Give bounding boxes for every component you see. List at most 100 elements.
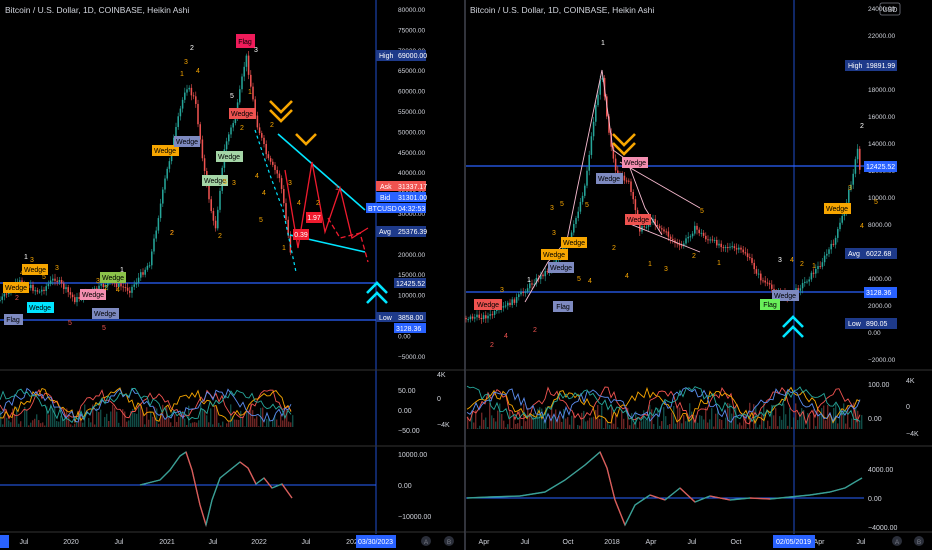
volume-bar <box>124 411 126 427</box>
candle <box>124 287 127 289</box>
volume-bar <box>48 414 50 427</box>
candle <box>694 225 696 234</box>
candle <box>625 180 628 182</box>
volume-bar <box>519 410 521 429</box>
volume-bar <box>38 420 40 427</box>
volume-bar <box>290 422 292 427</box>
volume-bar <box>226 423 228 427</box>
svg-text:69000.00: 69000.00 <box>398 53 427 60</box>
wave-number: 5 <box>42 274 46 281</box>
time-tick-label: 2022 <box>251 539 267 546</box>
volume-bar <box>26 409 28 427</box>
svg-text:Avg: Avg <box>379 229 391 236</box>
svg-text:Wedge: Wedge <box>5 285 27 292</box>
candle <box>812 272 815 274</box>
volume-bar <box>801 408 803 429</box>
volume-bar <box>617 427 619 429</box>
svg-text:Flag: Flag <box>6 317 20 324</box>
candle <box>764 280 766 283</box>
candle <box>157 218 160 231</box>
candle <box>742 249 744 253</box>
candle <box>465 318 467 320</box>
volume-bar <box>146 407 148 427</box>
volume-bar <box>777 426 779 429</box>
price-tick-label: 16000.00 <box>868 114 895 121</box>
volume-bar <box>805 427 807 429</box>
volume-bar <box>220 425 222 427</box>
time-tick-label: Jul <box>688 539 697 546</box>
left-wedge-tag-3: Wedge <box>27 302 54 313</box>
candle <box>592 121 595 137</box>
candle <box>184 92 186 100</box>
right-a-button[interactable]: A <box>892 536 902 546</box>
candle <box>258 127 261 134</box>
candle <box>274 164 276 170</box>
candle <box>518 294 520 298</box>
left-b-button[interactable]: B <box>444 536 454 546</box>
time-tick-label: Jul <box>857 539 866 546</box>
volume-bar <box>503 420 505 429</box>
wave-number: 2 <box>190 45 194 52</box>
left-high-label: High 69000.00 <box>376 50 427 61</box>
volume-bar <box>134 413 136 427</box>
wave-number: 1 <box>812 263 816 270</box>
right-osc1-right-tick-2: −4K <box>906 431 919 438</box>
volume-bar <box>665 416 667 429</box>
candle <box>828 249 830 254</box>
volume-bar <box>849 427 851 429</box>
candle <box>667 231 670 237</box>
left-osc2-tick-1: 0.00 <box>398 483 412 490</box>
volume-bar <box>234 419 236 427</box>
volume-bar <box>505 427 507 429</box>
volume-bar <box>487 426 489 429</box>
volume-bar <box>761 414 763 429</box>
volume-bar <box>603 428 605 429</box>
left-a-button[interactable]: A <box>421 536 431 546</box>
candle <box>645 226 648 228</box>
candle <box>278 173 281 179</box>
volume-bar <box>238 419 240 427</box>
candle <box>36 290 39 292</box>
right-wedge-tag-9: Wedge <box>824 203 851 214</box>
volume-bar <box>36 414 38 427</box>
volume-bar <box>577 424 579 429</box>
volume-bar <box>795 403 797 429</box>
candle <box>713 239 716 241</box>
wave-number: 3 <box>30 257 34 264</box>
candle <box>522 291 524 293</box>
candle <box>263 137 265 145</box>
candle <box>280 178 283 189</box>
left-time-cursor-label: 03/30/2023 <box>356 535 396 548</box>
candle <box>696 225 698 230</box>
candle <box>614 158 617 171</box>
candle <box>771 284 773 289</box>
candle <box>584 185 586 196</box>
candle <box>575 218 577 225</box>
candle <box>474 317 476 319</box>
volume-bar <box>236 419 238 427</box>
svg-text:Flag: Flag <box>763 302 777 309</box>
candle <box>597 94 599 106</box>
candle <box>502 306 505 308</box>
candle <box>188 87 190 90</box>
price-tick-label: −5000.00 <box>398 354 426 361</box>
svg-text:3128.36: 3128.36 <box>866 290 891 297</box>
left-osc1-right-tick-1: 0 <box>437 396 441 403</box>
candle <box>854 159 857 174</box>
right-time-cursor-label: 02/05/2019 <box>773 535 815 548</box>
volume-bar <box>170 422 172 427</box>
right-b-button[interactable]: B <box>914 536 924 546</box>
volume-bar <box>98 412 100 427</box>
candle <box>241 76 243 90</box>
left-line-label: 12425.52 <box>394 278 426 288</box>
left-wedge-tag-4: Wedge <box>80 289 106 300</box>
right-wedge-tag-5: Wedge <box>596 173 623 184</box>
price-tick-label: 0.00 <box>868 330 881 337</box>
volume-bar <box>110 411 112 427</box>
svg-text:Wedge: Wedge <box>624 160 646 167</box>
volume-bar <box>703 419 705 429</box>
volume-bar <box>252 410 254 427</box>
volume-bar <box>96 408 98 427</box>
price-tick-label: 18000.00 <box>868 87 895 94</box>
volume-bar <box>116 411 118 427</box>
